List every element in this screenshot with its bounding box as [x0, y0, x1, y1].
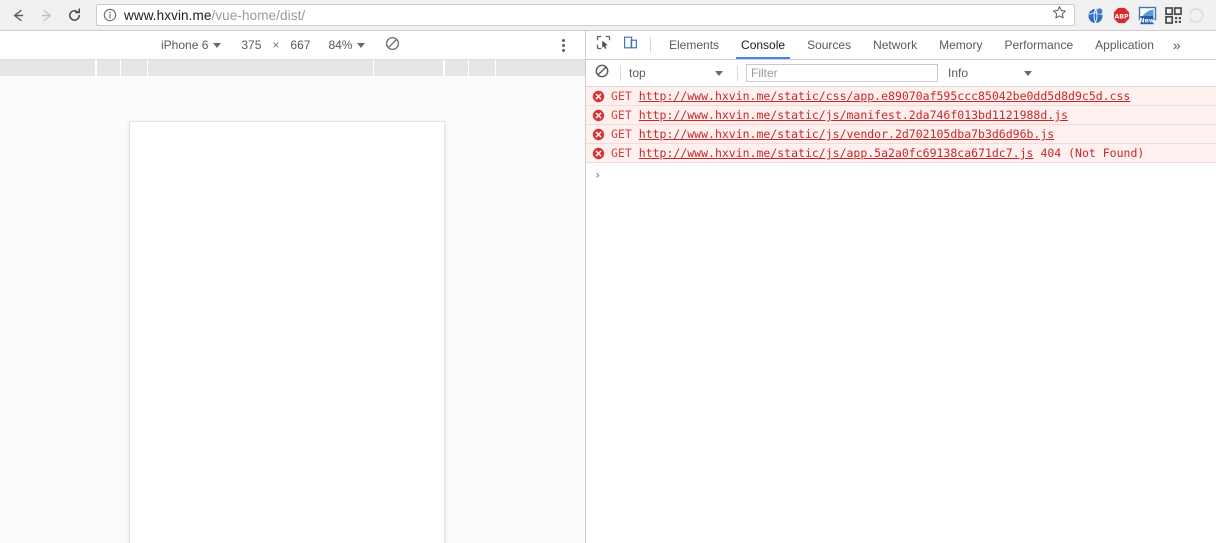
toggle-device-toolbar-button[interactable]	[617, 31, 644, 59]
request-method: GET	[611, 108, 632, 122]
viewport-ruler	[0, 60, 585, 77]
forward-arrow-icon	[38, 7, 55, 24]
tab-console[interactable]: Console	[730, 31, 796, 59]
chevron-down-icon	[1024, 70, 1032, 76]
tab-label: Memory	[939, 38, 983, 52]
browser-window: www.hxvin.me/vue-home/dist/ ABP New iPho…	[0, 0, 1216, 543]
device-dimensions: 375 × 667	[227, 38, 314, 52]
chevron-down-icon	[213, 42, 222, 48]
console-prompt[interactable]: ›	[586, 163, 1216, 187]
vertical-dots-icon	[561, 39, 565, 52]
chevron-down-icon	[357, 42, 366, 48]
console-toolbar: top Info	[586, 60, 1216, 87]
forward-button[interactable]	[32, 2, 60, 28]
qr-code-extension-icon[interactable]	[1163, 5, 1184, 26]
devtools-tabbar: Elements Console Sources Network Memory …	[586, 31, 1216, 60]
page-viewport-pane: iPhone 6 375 × 667 84%	[0, 31, 586, 543]
extension-icons: ABP New	[1081, 5, 1210, 26]
tab-label: Console	[741, 38, 786, 52]
inspect-element-icon	[596, 35, 611, 55]
device-toolbar-menu-button[interactable]	[555, 31, 571, 60]
request-status: 404 (Not Found)	[1040, 146, 1145, 160]
tab-label: Sources	[807, 38, 852, 52]
console-message-row[interactable]: GET http://www.hxvin.me/static/js/app.5a…	[586, 144, 1216, 163]
console-level-label: Info	[948, 66, 969, 80]
tab-network[interactable]: Network	[862, 31, 928, 59]
back-arrow-icon	[10, 7, 27, 24]
clear-console-icon	[595, 64, 609, 83]
device-height-input[interactable]: 667	[290, 38, 310, 52]
device-preset-label: iPhone 6	[161, 38, 209, 52]
tab-application[interactable]: Application	[1084, 31, 1165, 59]
bookmark-button[interactable]	[1048, 5, 1070, 25]
devtools-panel: Elements Console Sources Network Memory …	[586, 31, 1216, 543]
star-icon	[1052, 5, 1067, 25]
request-url-link[interactable]: http://www.hxvin.me/static/css/app.e8907…	[639, 89, 1131, 103]
tab-label: Network	[873, 38, 918, 52]
info-circle-icon[interactable]	[103, 8, 117, 22]
toggle-device-toolbar-icon	[623, 35, 638, 55]
console-filter-input[interactable]	[746, 64, 938, 82]
dimension-separator: ×	[272, 38, 280, 52]
address-bar[interactable]: www.hxvin.me/vue-home/dist/	[96, 4, 1075, 26]
chevron-down-icon	[715, 70, 723, 76]
device-zoom-dropdown[interactable]: 84%	[314, 38, 371, 52]
main-split: iPhone 6 375 × 667 84% Elements Console …	[0, 31, 1216, 543]
console-message-row[interactable]: GET http://www.hxvin.me/static/css/app.e…	[586, 87, 1216, 106]
svg-text:New: New	[1139, 17, 1155, 24]
tab-memory[interactable]: Memory	[928, 31, 993, 59]
screenshot-extension-icon[interactable]: New	[1137, 5, 1158, 26]
reload-icon	[66, 7, 83, 24]
error-icon	[592, 90, 605, 103]
emulated-device-viewport[interactable]	[129, 121, 445, 543]
tab-performance[interactable]: Performance	[993, 31, 1084, 59]
tab-sources[interactable]: Sources	[796, 31, 862, 59]
toolbar-divider	[650, 37, 651, 53]
clear-console-button[interactable]	[592, 63, 612, 83]
more-tabs-button[interactable]: »	[1165, 31, 1189, 59]
translate-extension-icon[interactable]	[1085, 5, 1106, 26]
request-url-link[interactable]: http://www.hxvin.me/static/js/manifest.2…	[639, 108, 1068, 122]
svg-text:ABP: ABP	[1114, 13, 1129, 20]
back-button[interactable]	[4, 2, 32, 28]
error-icon	[592, 128, 605, 141]
console-context-label: top	[629, 66, 646, 80]
request-url-link[interactable]: http://www.hxvin.me/static/js/vendor.2d7…	[639, 127, 1054, 141]
request-method: GET	[611, 146, 632, 160]
device-emulation-toolbar: iPhone 6 375 × 667 84%	[0, 31, 585, 60]
toolbar-divider	[620, 65, 621, 81]
console-message-row[interactable]: GET http://www.hxvin.me/static/js/manife…	[586, 106, 1216, 125]
browser-toolbar: www.hxvin.me/vue-home/dist/ ABP New	[0, 0, 1216, 31]
toolbar-divider	[737, 65, 738, 81]
console-level-dropdown[interactable]: Info	[948, 66, 1038, 80]
console-message-list: GET http://www.hxvin.me/static/css/app.e…	[586, 87, 1216, 543]
request-method: GET	[611, 127, 632, 141]
viewport-area	[0, 77, 585, 543]
console-message-row[interactable]: GET http://www.hxvin.me/static/js/vendor…	[586, 125, 1216, 144]
inspect-element-button[interactable]	[590, 31, 617, 59]
url-text: www.hxvin.me/vue-home/dist/	[124, 8, 1048, 23]
device-width-input[interactable]: 375	[241, 38, 261, 52]
error-icon	[592, 147, 605, 160]
device-preset-dropdown[interactable]: iPhone 6	[155, 35, 227, 56]
request-url-link[interactable]: http://www.hxvin.me/static/js/app.5a2a0f…	[639, 146, 1034, 160]
request-method: GET	[611, 89, 632, 103]
device-zoom-label: 84%	[328, 38, 353, 52]
no-throttling-icon	[385, 36, 400, 54]
error-icon	[592, 109, 605, 122]
adblock-plus-icon[interactable]: ABP	[1111, 5, 1132, 26]
tab-label: Application	[1095, 38, 1154, 52]
partial-extension-icon[interactable]	[1189, 5, 1210, 26]
url-host: www.hxvin.me	[124, 7, 212, 23]
tab-elements[interactable]: Elements	[658, 31, 730, 59]
reload-button[interactable]	[60, 2, 88, 28]
network-throttle-button[interactable]	[371, 36, 400, 54]
tab-label: Performance	[1004, 38, 1074, 52]
tab-label: Elements	[669, 38, 720, 52]
url-path: /vue-home/dist/	[211, 7, 306, 23]
prompt-caret-icon: ›	[594, 168, 602, 182]
console-context-dropdown[interactable]: top	[629, 66, 729, 80]
